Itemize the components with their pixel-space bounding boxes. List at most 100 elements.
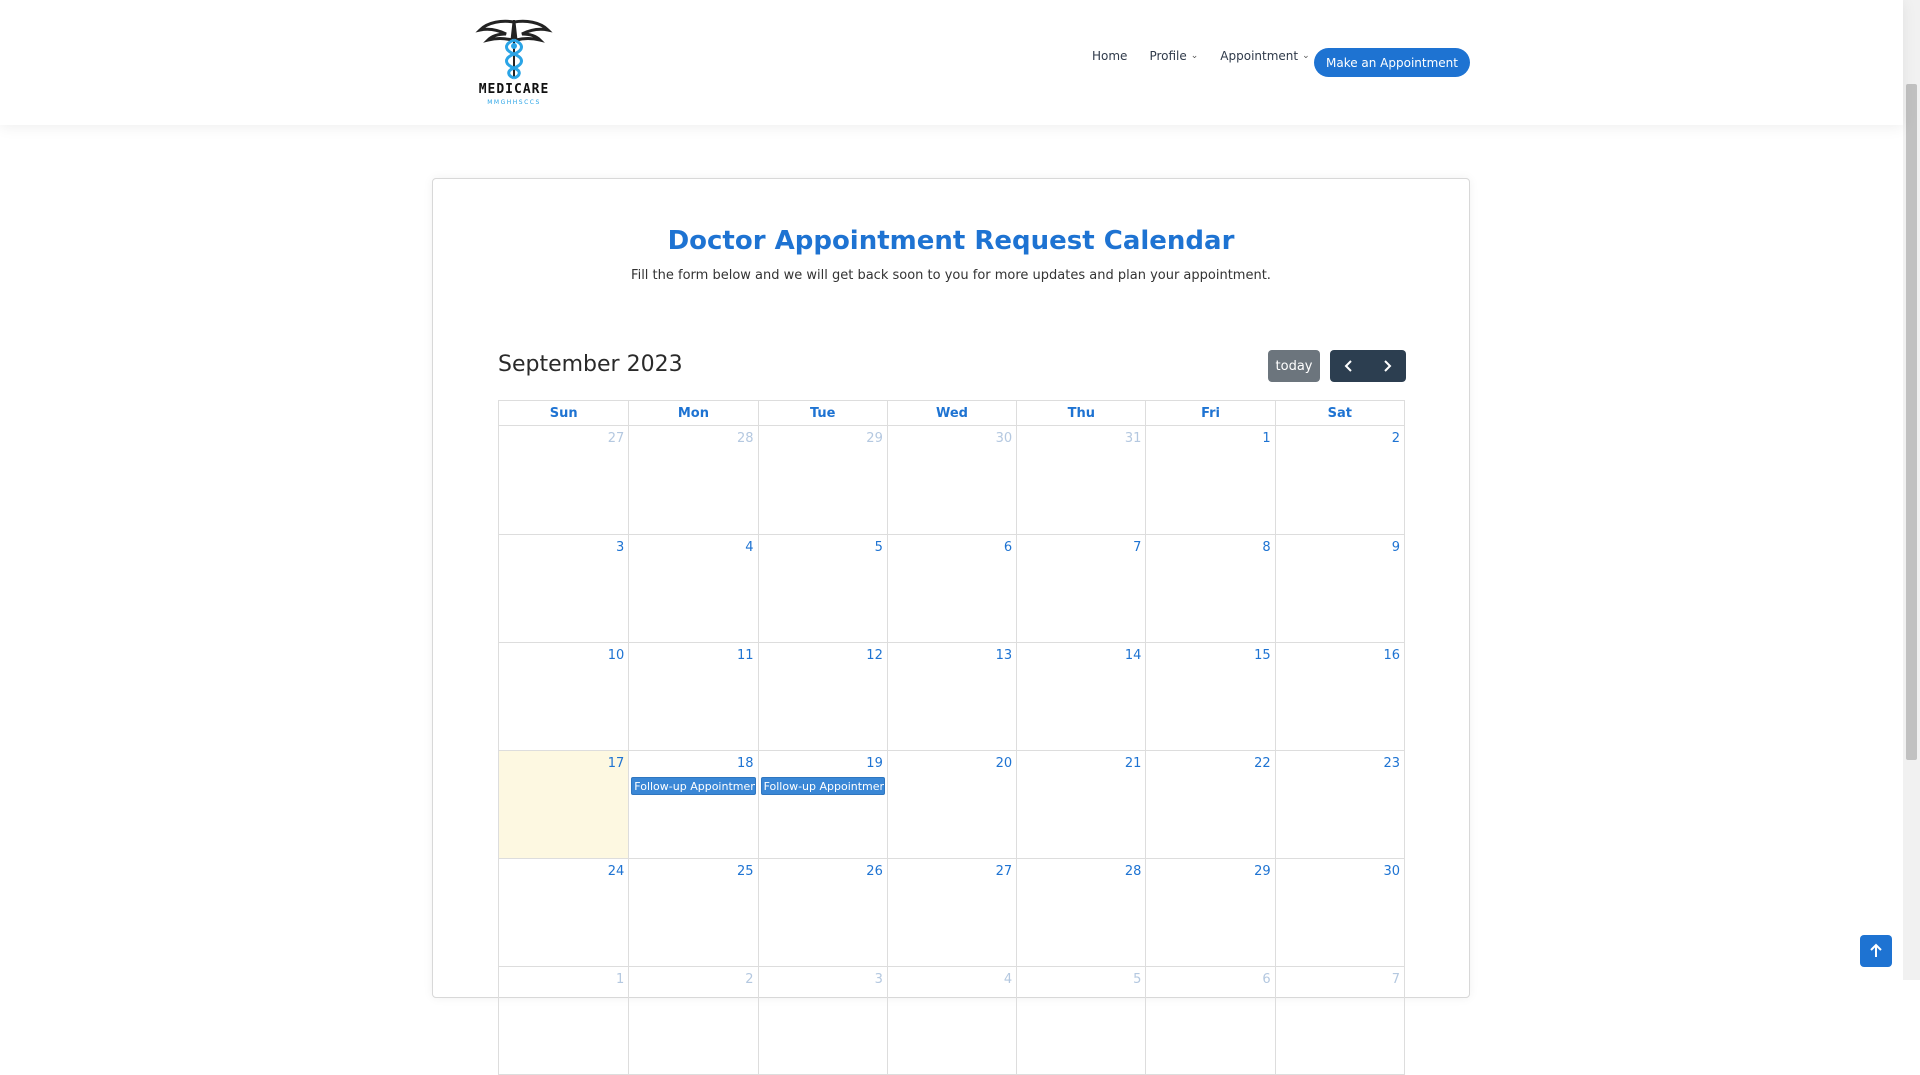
day-number[interactable]: 31 (1125, 431, 1142, 446)
day-cell[interactable]: 19 Follow-up Appointment (757, 750, 887, 858)
day-cell[interactable]: 28 (1016, 858, 1146, 966)
day-cell[interactable]: 5 (1016, 966, 1146, 1074)
day-number[interactable]: 28 (1125, 864, 1142, 879)
scrollbar-thumb[interactable] (1906, 84, 1917, 760)
day-cell[interactable]: 30 (1274, 858, 1404, 966)
day-number[interactable]: 13 (996, 648, 1013, 663)
day-number[interactable]: 23 (1383, 756, 1400, 771)
day-cell[interactable]: 4 (628, 534, 758, 642)
day-number[interactable]: 5 (875, 540, 883, 555)
page-title: Doctor Appointment Request Calendar (667, 226, 1235, 256)
day-cell[interactable]: 30 (886, 426, 1016, 534)
logo-tagline: MMGHHSCCS (487, 99, 541, 106)
day-cell[interactable]: 24 (499, 858, 629, 966)
weekday-sun: Sun (549, 405, 578, 421)
page-scrollbar[interactable] (1903, 0, 1920, 980)
day-cell[interactable]: 4 (886, 966, 1017, 1074)
make-appointment-button[interactable]: Make an Appointment (1314, 48, 1470, 77)
day-number[interactable]: 3 (616, 540, 624, 555)
logo-wordmark: MEDICARE (478, 82, 550, 97)
day-cell[interactable]: 12 (757, 642, 887, 750)
nav-appointment[interactable]: Appointment ⌄ (1220, 49, 1309, 63)
day-cell[interactable]: 20 (886, 750, 1017, 858)
today-button[interactable]: today (1268, 350, 1320, 382)
day-cell[interactable]: 10 (499, 642, 629, 750)
chevron-down-icon: ⌄ (1190, 51, 1199, 61)
day-cell[interactable]: 27 (499, 426, 628, 534)
next-month-button[interactable] (1368, 350, 1406, 382)
day-number[interactable]: 30 (1383, 864, 1400, 879)
medicare-logo[interactable]: MEDICARE MMGHHSCCS (468, 16, 560, 112)
day-cell[interactable]: 21 (1016, 750, 1146, 858)
day-number[interactable]: 30 (996, 431, 1013, 446)
day-cell[interactable]: 15 (1145, 642, 1275, 750)
main-nav: Home Profile ⌄ Appointment ⌄ (1092, 49, 1310, 63)
day-cell[interactable]: 6 (1145, 966, 1275, 1074)
day-number[interactable]: 20 (996, 756, 1013, 771)
day-cell[interactable]: 7 (1274, 966, 1404, 1074)
day-cell[interactable]: 22 (1145, 750, 1275, 858)
day-number[interactable]: 19 (866, 756, 883, 771)
day-number[interactable]: 26 (866, 864, 883, 879)
day-cell[interactable]: 29 (757, 426, 887, 534)
day-number[interactable]: 9 (1392, 540, 1400, 555)
day-number[interactable]: 8 (1262, 540, 1270, 555)
day-number[interactable]: 14 (1125, 648, 1142, 663)
day-cell[interactable]: 8 (1145, 534, 1275, 642)
day-number[interactable]: 12 (866, 648, 883, 663)
day-cell[interactable]: 2 (628, 966, 758, 1074)
day-number[interactable]: 28 (737, 431, 754, 446)
day-number[interactable]: 17 (608, 756, 625, 771)
day-cell[interactable]: 16 (1274, 642, 1404, 750)
day-number[interactable]: 27 (608, 431, 625, 446)
weekday-fri: Fri (1145, 401, 1274, 425)
nav-profile[interactable]: Profile ⌄ (1149, 49, 1198, 63)
back-to-top-button[interactable] (1860, 935, 1892, 967)
day-number[interactable]: 6 (1004, 540, 1012, 555)
day-cell[interactable]: 29 (1145, 858, 1275, 966)
day-number[interactable]: 27 (996, 864, 1013, 879)
day-cell[interactable]: 11 (628, 642, 758, 750)
day-cell[interactable]: 23 (1274, 750, 1404, 858)
day-number[interactable]: 1 (1262, 431, 1270, 446)
day-number[interactable]: 10 (608, 648, 625, 663)
day-cell[interactable]: 7 (1016, 534, 1146, 642)
day-cell[interactable]: 5 (757, 534, 887, 642)
day-number[interactable]: 29 (1254, 864, 1271, 879)
day-number[interactable]: 2 (1392, 431, 1400, 446)
day-cell[interactable]: 31 (1016, 426, 1145, 534)
day-number[interactable]: 18 (737, 756, 754, 771)
day-cell[interactable]: 18 Follow-up Appointment (628, 750, 758, 858)
day-number[interactable]: 16 (1383, 648, 1400, 663)
day-cell[interactable]: 13 (886, 642, 1017, 750)
day-cell[interactable]: 14 (1016, 642, 1146, 750)
day-cell[interactable]: 3 (499, 534, 629, 642)
calendar-event[interactable]: Follow-up Appointment (760, 777, 885, 795)
day-number[interactable]: 29 (866, 431, 883, 446)
day-cell[interactable]: 9 (1274, 534, 1404, 642)
day-cell[interactable]: 1 (499, 966, 629, 1074)
day-cell[interactable]: 27 (886, 858, 1017, 966)
day-cell[interactable]: 25 (628, 858, 758, 966)
day-cell[interactable]: 6 (886, 534, 1017, 642)
calendar-event[interactable]: Follow-up Appointment (631, 777, 756, 795)
day-cell[interactable]: 1 (1145, 426, 1274, 534)
page-subtitle: Fill the form below and we will get back… (631, 268, 1271, 283)
day-number[interactable]: 25 (737, 864, 754, 879)
day-cell[interactable]: 26 (757, 858, 887, 966)
day-number[interactable]: 4 (745, 540, 753, 555)
day-cell-today[interactable]: 17 (499, 750, 629, 858)
nav-home[interactable]: Home (1092, 49, 1127, 63)
day-number[interactable]: 11 (737, 648, 754, 663)
day-number[interactable]: 24 (608, 864, 625, 879)
day-number[interactable]: 22 (1254, 756, 1271, 771)
day-number[interactable]: 21 (1125, 756, 1142, 771)
day-cell[interactable]: 3 (757, 966, 887, 1074)
day-number[interactable]: 15 (1254, 648, 1271, 663)
day-number[interactable]: 7 (1133, 540, 1141, 555)
day-cell[interactable]: 2 (1274, 426, 1404, 534)
day-cell[interactable]: 28 (628, 426, 757, 534)
weekday-thu: Thu (1016, 401, 1145, 425)
prev-month-button[interactable] (1330, 350, 1368, 382)
weekday-tue: Tue (757, 401, 887, 425)
